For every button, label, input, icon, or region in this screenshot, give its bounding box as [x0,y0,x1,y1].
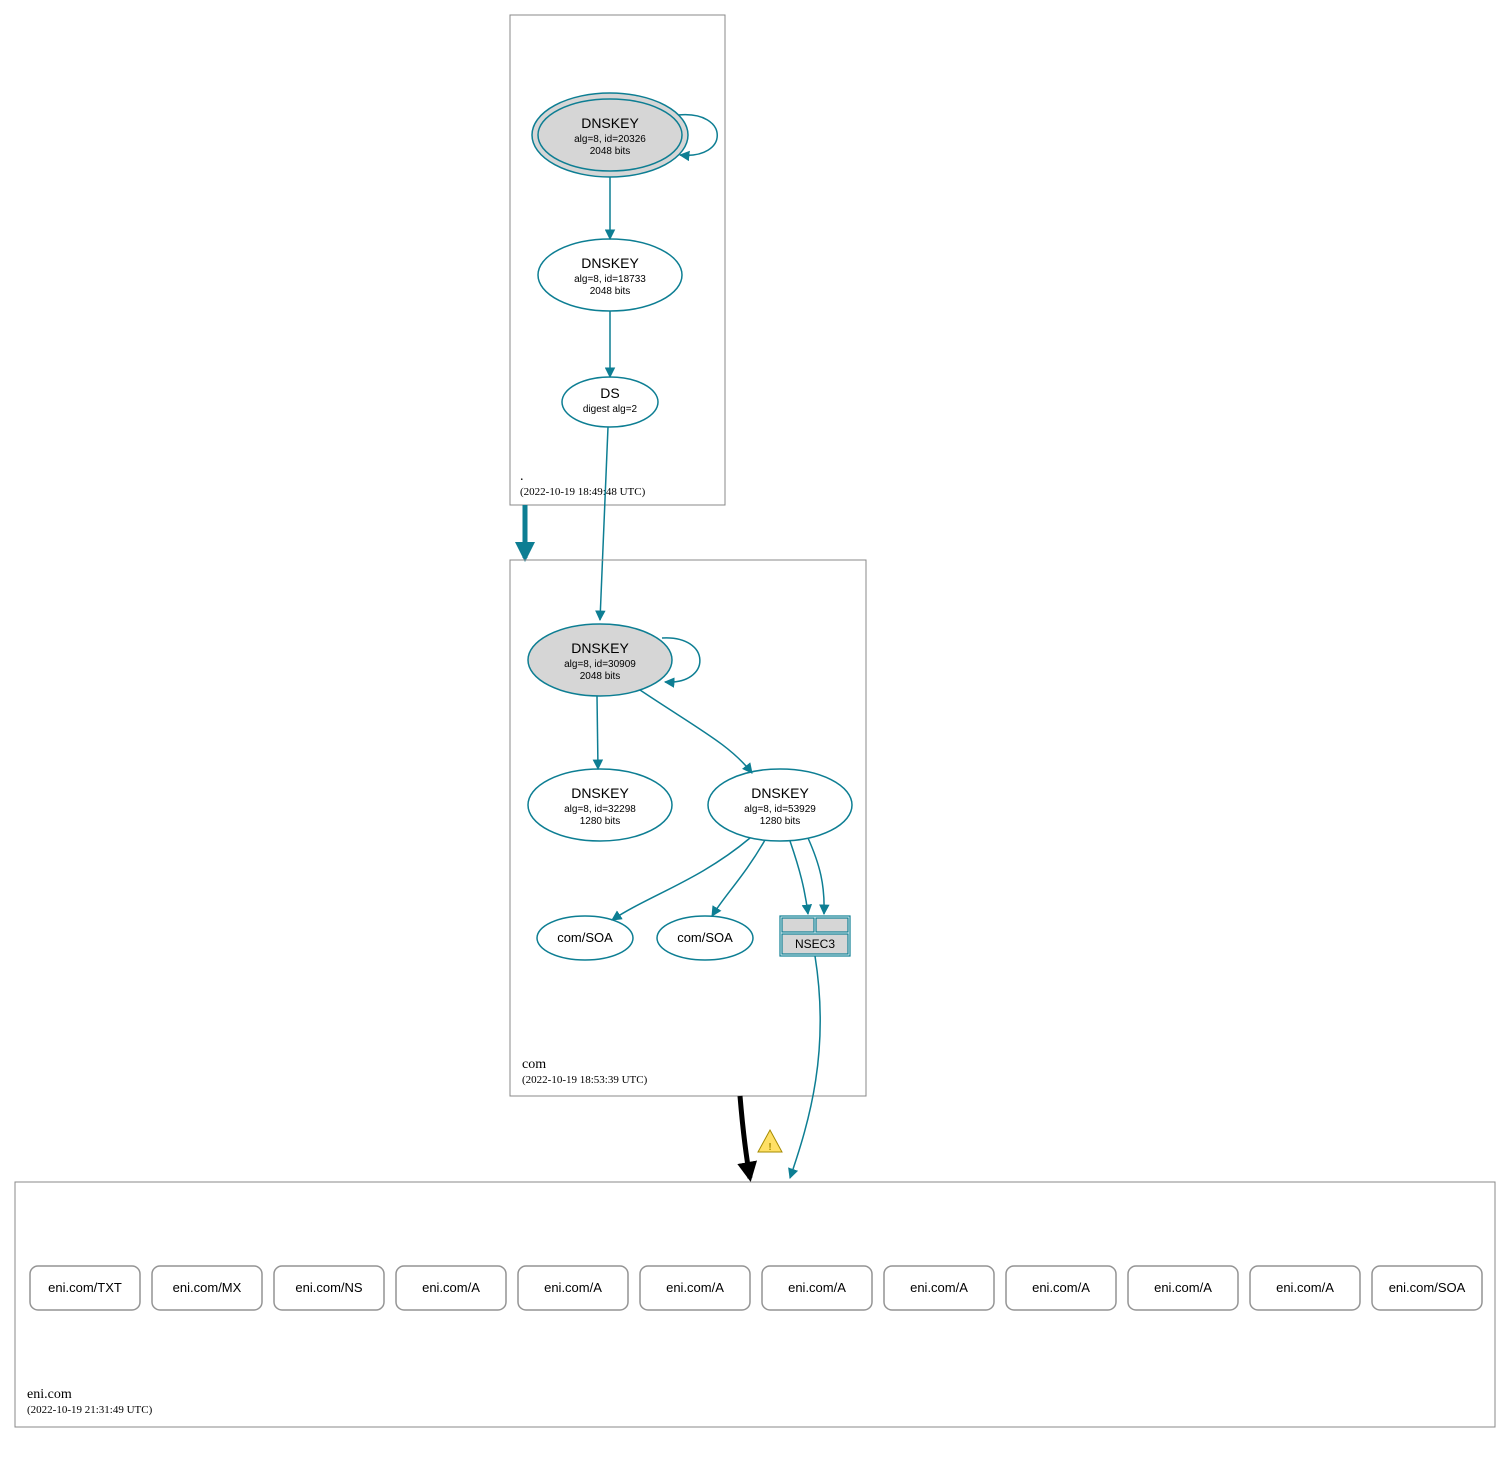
svg-text:1280 bits: 1280 bits [580,816,621,827]
eni-record-node: eni.com/MX [152,1266,262,1310]
svg-text:com/SOA: com/SOA [557,930,613,945]
node-root-ds: DS digest alg=2 [562,377,658,427]
node-nsec3: NSEC3 [780,916,850,956]
svg-text:1280 bits: 1280 bits [760,816,801,827]
node-com-soa1: com/SOA [537,916,633,960]
eni-record-node: eni.com/A [640,1266,750,1310]
eni-record-label: eni.com/A [422,1280,480,1295]
svg-text:DNSKEY: DNSKEY [581,115,639,131]
edge-comksk-zsk1 [597,696,598,769]
svg-text:2048 bits: 2048 bits [590,146,631,157]
edge-comksk-zsk2 [640,690,752,773]
edge-ds-comksk [600,427,608,620]
svg-text:DNSKEY: DNSKEY [571,785,629,801]
svg-text:DS: DS [600,385,619,401]
eni-record-label: eni.com/A [666,1280,724,1295]
node-com-zsk1: DNSKEY alg=8, id=32298 1280 bits [528,769,672,841]
svg-text:alg=8, id=18733: alg=8, id=18733 [574,274,646,285]
svg-text:alg=8, id=53929: alg=8, id=53929 [744,804,816,815]
svg-text:digest alg=2: digest alg=2 [583,404,638,415]
eni-record-node: eni.com/A [1250,1266,1360,1310]
eni-record-node: eni.com/A [1128,1266,1238,1310]
eni-record-label: eni.com/A [1032,1280,1090,1295]
zone-com-label: com [522,1057,546,1072]
eni-record-node: eni.com/A [518,1266,628,1310]
eni-record-label: eni.com/A [1154,1280,1212,1295]
svg-text:com/SOA: com/SOA [677,930,733,945]
svg-text:NSEC3: NSEC3 [795,937,835,951]
edge-nsec3-eni [790,956,820,1178]
eni-record-label: eni.com/NS [295,1280,363,1295]
zone-com-timestamp: (2022-10-19 18:53:39 UTC) [522,1074,648,1086]
dnssec-graph: . (2022-10-19 18:49:48 UTC) DNSKEY alg=8… [0,0,1509,1473]
eni-record-label: eni.com/A [1276,1280,1334,1295]
svg-text:alg=8, id=30909: alg=8, id=30909 [564,659,636,670]
zone-root-label: . [520,469,524,484]
eni-record-label: eni.com/A [788,1280,846,1295]
svg-text:DNSKEY: DNSKEY [581,255,639,271]
eni-record-node: eni.com/A [1006,1266,1116,1310]
eni-records-row: eni.com/TXT eni.com/MX eni.com/NS eni.com/A… [30,1266,1482,1310]
eni-record-node: eni.com/A [884,1266,994,1310]
edge-zsk2-soa1 [612,838,750,920]
edge-zsk2-soa2 [712,840,765,916]
eni-record-node: eni.com/TXT [30,1266,140,1310]
svg-text:alg=8, id=32298: alg=8, id=32298 [564,804,636,815]
svg-text:DNSKEY: DNSKEY [571,640,629,656]
svg-text:DNSKEY: DNSKEY [751,785,809,801]
svg-text:2048 bits: 2048 bits [580,671,621,682]
svg-text:!: ! [768,1142,771,1153]
eni-record-label: eni.com/A [544,1280,602,1295]
edge-zsk2-nsec3b [808,838,824,914]
eni-record-node: eni.com/NS [274,1266,384,1310]
eni-record-label: eni.com/TXT [48,1280,122,1295]
eni-record-label: eni.com/SOA [1389,1280,1466,1295]
node-com-soa2: com/SOA [657,916,753,960]
edge-com-to-eni [740,1096,750,1178]
svg-text:alg=8, id=20326: alg=8, id=20326 [574,134,646,145]
node-com-zsk2: DNSKEY alg=8, id=53929 1280 bits [708,769,852,841]
node-root-zsk: DNSKEY alg=8, id=18733 2048 bits [538,239,682,311]
edge-zsk2-nsec3a [790,841,808,914]
eni-record-label: eni.com/MX [173,1280,242,1295]
eni-record-node: eni.com/A [396,1266,506,1310]
eni-record-node: eni.com/A [762,1266,872,1310]
svg-text:2048 bits: 2048 bits [590,286,631,297]
zone-eni-timestamp: (2022-10-19 21:31:49 UTC) [27,1404,153,1416]
node-root-ksk: DNSKEY alg=8, id=20326 2048 bits [532,93,688,177]
node-com-ksk: DNSKEY alg=8, id=30909 2048 bits [528,624,672,696]
zone-eni-label: eni.com [27,1387,72,1402]
eni-record-label: eni.com/A [910,1280,968,1295]
eni-record-node: eni.com/SOA [1372,1266,1482,1310]
zone-root-timestamp: (2022-10-19 18:49:48 UTC) [520,486,646,498]
warning-icon: ! [758,1130,782,1153]
